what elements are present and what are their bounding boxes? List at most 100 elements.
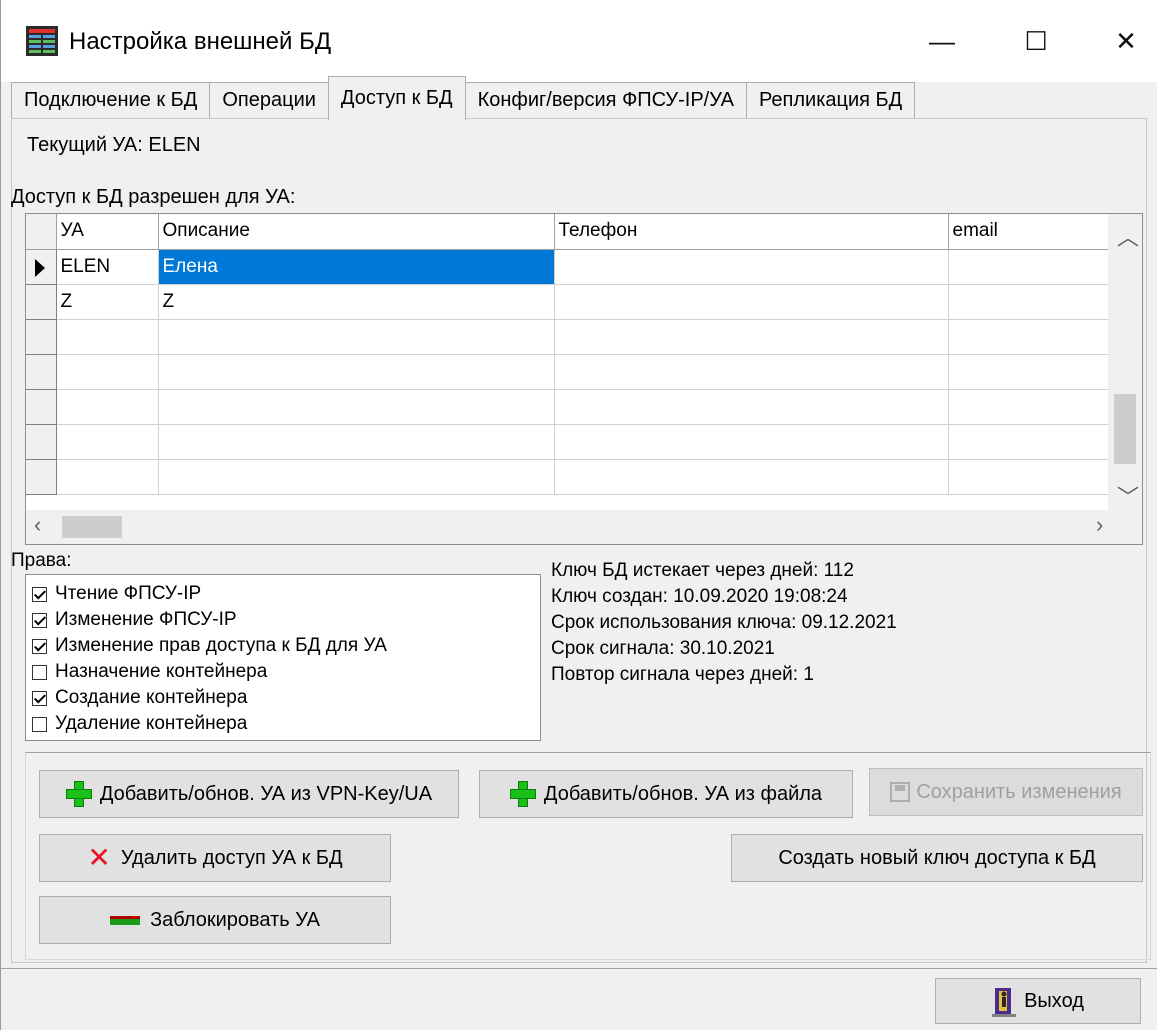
cell-description[interactable] [158, 389, 555, 425]
row-indicator[interactable] [26, 459, 57, 495]
key-expires-days: Ключ БД истекает через дней: 112 [551, 560, 854, 581]
cell-ua[interactable] [56, 319, 159, 355]
horizontal-scroll-thumb[interactable] [62, 516, 122, 538]
cell-email[interactable] [948, 389, 1123, 425]
tab-replication[interactable]: Репликация БД [745, 82, 916, 118]
ua-table: УА Описание Телефон email ELEN Елена Z Z [26, 214, 1123, 495]
cell-description[interactable] [158, 354, 555, 390]
table-row[interactable] [26, 354, 1123, 390]
cell-phone[interactable] [554, 459, 949, 495]
column-header-ua[interactable]: УА [56, 214, 159, 250]
right-edit-fpsu[interactable]: Изменение ФПСУ-IP [26, 607, 540, 633]
right-delete-container[interactable]: Удаление контейнера [26, 711, 540, 737]
cell-email[interactable] [948, 354, 1123, 390]
cell-description[interactable] [158, 319, 555, 355]
current-row-arrow-icon [35, 258, 45, 277]
checkbox-label: Изменение прав доступа к БД для УА [55, 635, 387, 656]
scroll-left-icon[interactable]: ‹ [34, 512, 41, 538]
key-info: Ключ БД истекает через дней: 112 Ключ со… [551, 558, 897, 688]
block-ua-button[interactable]: Заблокировать УА [39, 896, 391, 944]
table-row[interactable] [26, 459, 1123, 495]
cell-ua[interactable] [56, 459, 159, 495]
row-indicator[interactable] [26, 389, 57, 425]
cell-phone[interactable] [554, 424, 949, 460]
grid-caption: Доступ к БД разрешен для УА: [11, 186, 296, 208]
table-row[interactable] [26, 319, 1123, 355]
cell-ua[interactable] [56, 389, 159, 425]
indicator-header [26, 214, 57, 250]
delete-access-button[interactable]: ✕ Удалить доступ УА к БД [39, 834, 391, 882]
horizontal-scrollbar[interactable]: ‹ › [26, 510, 1142, 544]
cell-phone[interactable] [554, 389, 949, 425]
cell-phone[interactable] [554, 354, 949, 390]
cell-ua[interactable]: Z [56, 284, 159, 320]
cell-ua[interactable] [56, 424, 159, 460]
row-indicator[interactable] [26, 319, 57, 355]
tab-bar: Подключение к БД Операции Доступ к БД Ко… [11, 76, 916, 120]
row-indicator[interactable] [26, 284, 57, 320]
save-changes-button[interactable]: Сохранить изменения [869, 768, 1143, 816]
cell-email[interactable] [948, 459, 1123, 495]
tab-connection[interactable]: Подключение к БД [11, 82, 211, 118]
cell-email[interactable] [948, 424, 1123, 460]
vertical-scrollbar[interactable]: ︿ ﹀ [1108, 214, 1142, 512]
cell-email[interactable] [948, 319, 1123, 355]
delete-x-icon: ✕ [87, 842, 111, 873]
cell-ua[interactable]: ELEN [56, 249, 159, 285]
column-header-description[interactable]: Описание [158, 214, 555, 250]
add-from-vpn-key-button[interactable]: Добавить/обнов. УА из VPN-Key/UA [39, 770, 459, 818]
table-row[interactable] [26, 389, 1123, 425]
current-ua-label: Текущий УА: ELEN [27, 134, 201, 156]
checkbox-label: Удаление контейнера [55, 713, 248, 734]
maximize-button[interactable]: ☐ [1001, 16, 1071, 66]
cell-description[interactable]: Z [158, 284, 555, 320]
save-disk-icon [890, 782, 911, 802]
right-assign-container[interactable]: Назначение контейнера [26, 659, 540, 685]
table-row[interactable]: Z Z [26, 284, 1123, 320]
cell-ua[interactable] [56, 354, 159, 390]
checkbox[interactable] [32, 690, 47, 706]
table-row[interactable] [26, 424, 1123, 460]
tab-db-access[interactable]: Доступ к БД [327, 76, 466, 120]
checkbox[interactable] [32, 664, 47, 680]
cell-description[interactable] [158, 424, 555, 460]
tab-config-version[interactable]: Конфиг/версия ФПСУ-IP/УА [464, 82, 747, 118]
row-indicator[interactable] [26, 249, 57, 285]
cell-phone[interactable] [554, 319, 949, 355]
cell-description[interactable]: Елена [158, 249, 555, 285]
right-edit-access[interactable]: Изменение прав доступа к БД для УА [26, 633, 540, 659]
minimize-button[interactable]: — [907, 16, 977, 66]
cell-email[interactable] [948, 284, 1123, 320]
vertical-scroll-thumb[interactable] [1114, 394, 1136, 464]
window-title: Настройка внешней БД [69, 28, 332, 55]
ua-grid[interactable]: УА Описание Телефон email ELEN Елена Z Z [25, 213, 1143, 545]
right-create-container[interactable]: Создание контейнера [26, 685, 540, 711]
add-from-file-button[interactable]: Добавить/обнов. УА из файла [479, 770, 853, 818]
cell-phone[interactable] [554, 284, 949, 320]
scroll-right-icon[interactable]: › [1096, 512, 1103, 538]
signal-repeat-days: Повтор сигнала через дней: 1 [551, 664, 814, 685]
scroll-down-icon[interactable]: ﹀ [1117, 480, 1139, 512]
cell-phone[interactable] [554, 249, 949, 285]
checkbox[interactable] [32, 638, 47, 654]
exit-button[interactable]: Выход [935, 978, 1141, 1024]
scroll-up-icon[interactable]: ︿ [1117, 220, 1139, 252]
checkbox[interactable] [32, 612, 47, 628]
cell-email[interactable] [948, 249, 1123, 285]
right-read-fpsu[interactable]: Чтение ФПСУ-IP [26, 581, 540, 607]
add-icon [65, 781, 92, 807]
button-label: Удалить доступ УА к БД [120, 846, 343, 869]
row-indicator[interactable] [26, 354, 57, 390]
checkbox[interactable] [32, 586, 47, 602]
checkbox[interactable] [32, 716, 47, 732]
block-icon [110, 915, 141, 925]
create-new-key-button[interactable]: Создать новый ключ доступа к БД [731, 834, 1143, 882]
close-button[interactable]: ✕ [1091, 16, 1157, 66]
row-indicator[interactable] [26, 424, 57, 460]
column-header-email[interactable]: email [948, 214, 1123, 250]
cell-description[interactable] [158, 459, 555, 495]
tab-operations[interactable]: Операции [209, 82, 329, 118]
column-header-phone[interactable]: Телефон [554, 214, 949, 250]
table-row[interactable]: ELEN Елена [26, 249, 1123, 285]
title-bar: Настройка внешней БД — ☐ ✕ [1, 0, 1157, 82]
